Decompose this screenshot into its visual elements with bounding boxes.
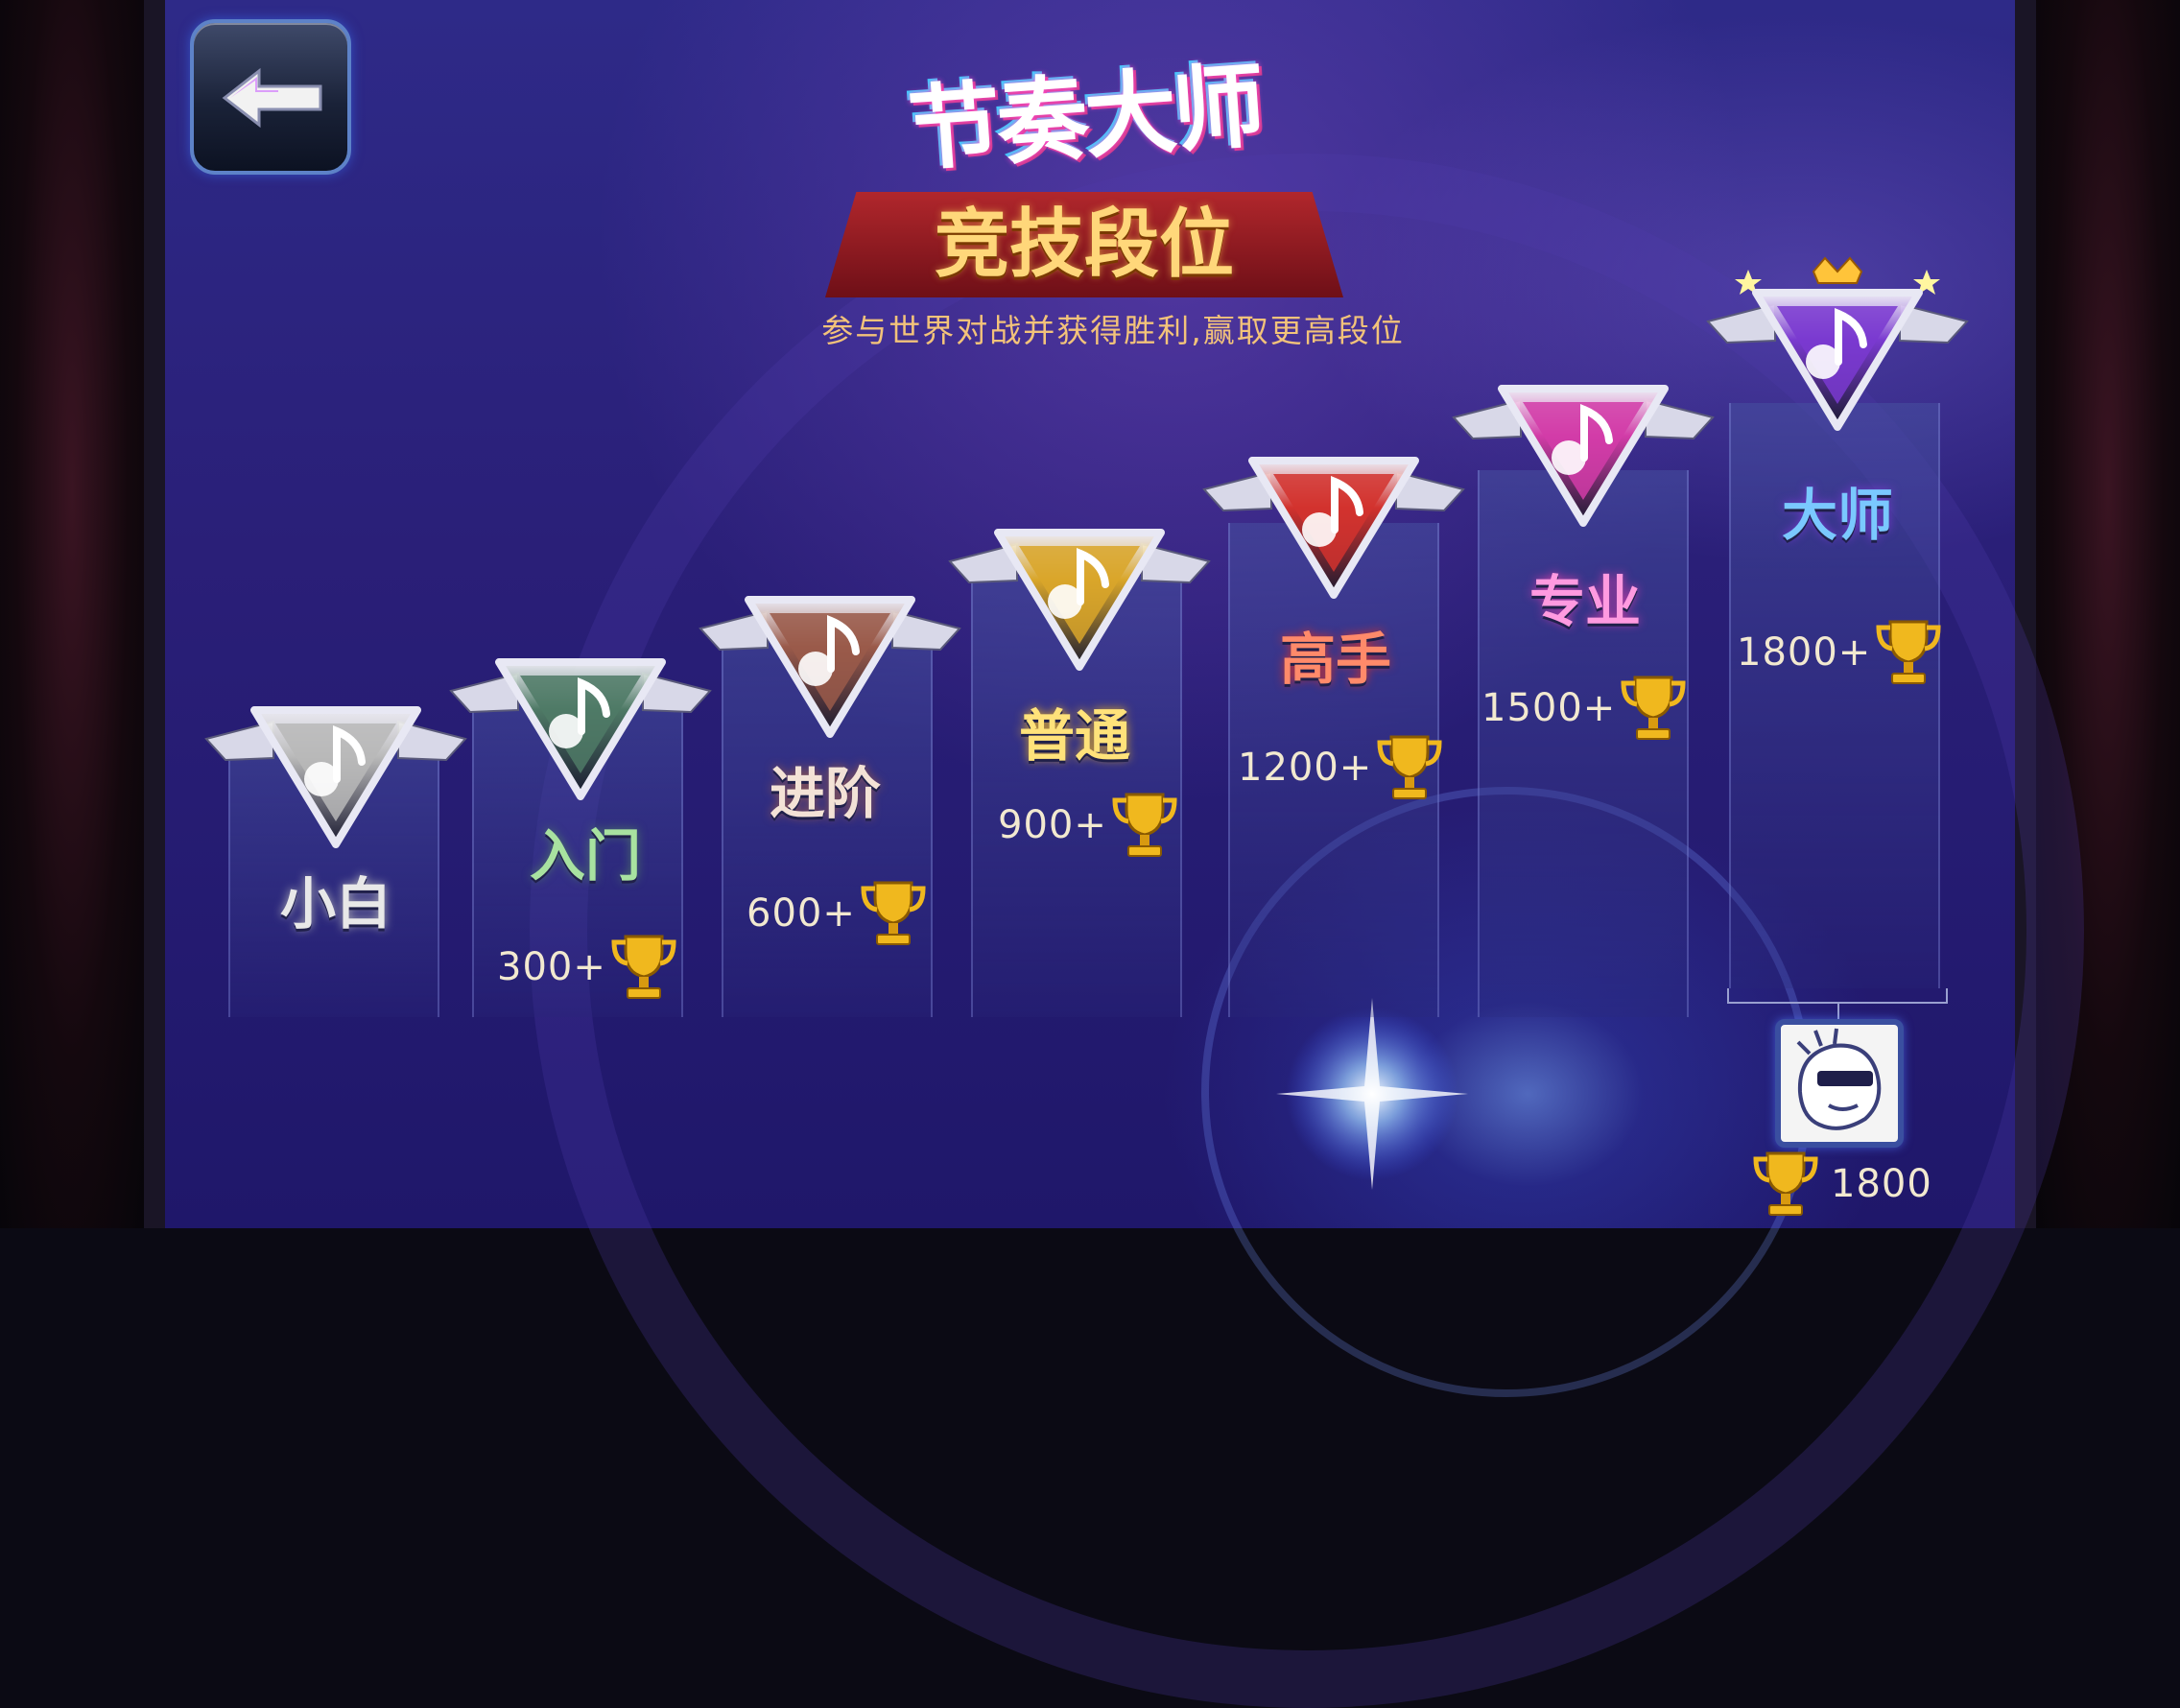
rank-threshold-value: 300+ [497,945,606,989]
rank-threshold: 1200+ [1238,729,1443,806]
rank-name: 专业 [1528,569,1641,634]
rank-badge-icon [1444,350,1722,542]
back-button[interactable] [190,19,351,175]
trophy-icon [1621,676,1686,740]
rank-badge-icon [691,561,969,753]
rank-name: 进阶 [769,761,881,826]
rank-threshold-value: 1500+ [1481,686,1617,730]
sunglasses-avatar-icon [1796,1028,1882,1130]
rank-name: 小白 [279,871,391,937]
page-title: 竞技段位 [934,202,1234,288]
rank-threshold-value: 900+ [998,803,1107,847]
rank-badge-icon [197,672,475,864]
rank-name: 入门 [529,823,641,889]
rank-name: 普通 [1018,703,1130,769]
trophy-icon [611,935,676,999]
left-backdrop [0,0,144,1228]
rank-threshold-value: 1200+ [1238,746,1373,790]
rank-name: 大师 [1781,483,1893,548]
rank-caption: 参与世界对战并获得胜利,赢取更高段位 [821,312,1405,349]
player-score-value: 1800 [1831,1162,1932,1206]
rank-badge-icon [940,494,1219,686]
arrow-left-icon [222,67,322,129]
rank-name: 高手 [1279,627,1391,692]
rank-threshold: 300+ [497,929,677,1006]
rank-badge-icon [1195,422,1473,614]
trophy-icon [1377,735,1442,799]
rank-badge-icon [441,624,720,816]
rank-badge-icon [1698,254,1977,446]
rank-threshold-value: 1800+ [1737,630,1872,675]
rank-threshold-value: 600+ [746,891,856,936]
player-score: 1800 [1748,1148,1932,1221]
trophy-icon [1112,793,1177,857]
rank-threshold: 900+ [998,787,1178,864]
trophy-icon [1753,1151,1818,1216]
light-flare-icon [1276,998,1468,1190]
rank-threshold: 1800+ [1737,614,1942,691]
player-avatar[interactable] [1775,1019,1904,1148]
rank-threshold: 600+ [746,875,927,952]
trophy-icon [1876,620,1941,684]
trophy-icon [861,881,926,945]
rank-threshold: 1500+ [1481,670,1687,747]
